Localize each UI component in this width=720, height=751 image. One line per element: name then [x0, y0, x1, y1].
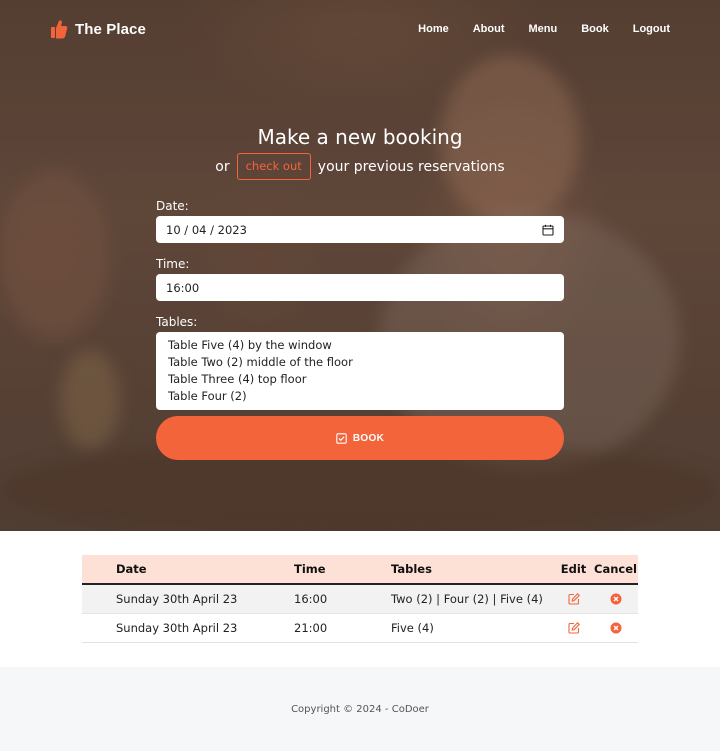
nav-home-link[interactable]: Home — [418, 23, 449, 35]
tables-option[interactable]: Table Three (4) top floor — [168, 371, 552, 388]
column-header-edit: Edit — [554, 555, 593, 585]
booking-form: Date: 10 / 04 / 2023 Time: 16:00 Tables:… — [156, 199, 564, 410]
reservation-time: 16:00 — [294, 584, 391, 614]
thumbs-up-icon — [51, 20, 68, 39]
column-header-cancel: Cancel — [593, 555, 638, 585]
table-header-row: Date Time Tables Edit Cancel — [82, 555, 638, 585]
calendar-icon[interactable] — [542, 224, 554, 236]
tables-label: Tables: — [156, 315, 198, 329]
date-value: 10 / 04 / 2023 — [166, 222, 247, 237]
reservation-tables: Two (2) | Four (2) | Five (4) — [391, 584, 554, 614]
tables-option[interactable]: Table Four (2) — [168, 388, 552, 405]
time-label: Time: — [156, 257, 190, 271]
page-title: Make a new booking — [257, 125, 463, 149]
time-input[interactable]: 16:00 — [156, 274, 564, 301]
edit-icon[interactable] — [567, 593, 580, 605]
time-value: 16:00 — [166, 280, 200, 295]
reservation-date: Sunday 30th April 23 — [82, 584, 294, 614]
brand[interactable]: The Place — [50, 18, 146, 40]
table-row: Sunday 30th April 23 21:00 Five (4) — [82, 613, 638, 643]
nav-about-link[interactable]: About — [473, 23, 505, 35]
tables-select[interactable]: Table Five (4) by the window Table Two (… — [156, 332, 564, 410]
column-header-tables: Tables — [391, 555, 554, 585]
reservation-tables: Five (4) — [391, 613, 554, 643]
page-subtitle: or check out your previous reservations — [0, 153, 720, 180]
main-nav: Home About Menu Book Logout — [418, 23, 670, 35]
table-row: Sunday 30th April 23 16:00 Two (2) | Fou… — [82, 584, 638, 614]
tables-option[interactable]: Table Five (4) by the window — [168, 337, 552, 354]
footer: Copyright © 2024 - CoDoer — [0, 667, 720, 751]
check-square-icon — [336, 432, 347, 444]
edit-icon[interactable] — [567, 622, 580, 634]
column-header-time: Time — [294, 555, 391, 585]
reservations-table: Date Time Tables Edit Cancel Sunday 30th… — [82, 555, 638, 643]
reservation-date: Sunday 30th April 23 — [82, 613, 294, 643]
book-button[interactable]: BOOK — [156, 416, 564, 460]
date-input[interactable]: 10 / 04 / 2023 — [156, 216, 564, 243]
subtitle-rest-text: your previous reservations — [317, 158, 505, 175]
subtitle-or-text: or — [215, 158, 230, 175]
date-label: Date: — [156, 199, 189, 213]
reservation-time: 21:00 — [294, 613, 391, 643]
tables-option[interactable]: Table Two (2) middle of the floor — [168, 354, 552, 371]
copyright-text: Copyright © 2024 - CoDoer — [291, 703, 429, 715]
nav-menu-link[interactable]: Menu — [529, 23, 558, 35]
check-out-button[interactable]: check out — [236, 153, 311, 180]
book-button-label: BOOK — [352, 432, 385, 444]
brand-name: The Place — [75, 20, 146, 38]
cancel-icon[interactable] — [610, 622, 622, 634]
nav-book-link[interactable]: Book — [581, 23, 609, 35]
nav-logout-link[interactable]: Logout — [633, 23, 670, 35]
column-header-date: Date — [82, 555, 294, 585]
cancel-icon[interactable] — [610, 593, 622, 605]
